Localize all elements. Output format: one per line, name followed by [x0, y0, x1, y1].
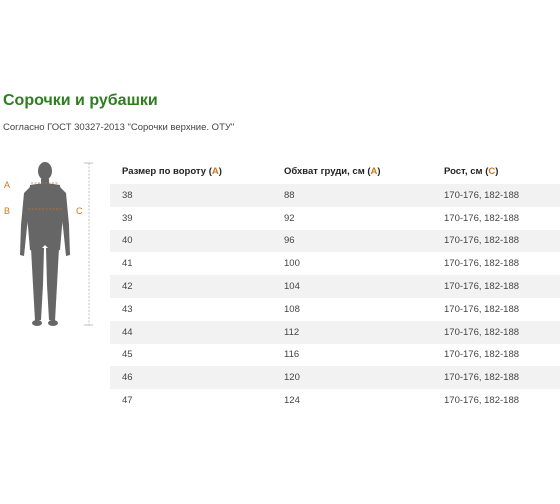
table-row: 38 88 170-176, 182-188: [110, 184, 560, 207]
table-row: 39 92 170-176, 182-188: [110, 207, 560, 230]
chest-girth-cell: 108: [284, 303, 300, 315]
chest-girth-cell: 120: [272, 366, 432, 390]
chest-girth-cell: 92: [284, 212, 295, 224]
chest-girth-cell: 88: [272, 184, 432, 207]
marker-a-label: A: [4, 180, 10, 190]
height-cell: 170-176, 182-188: [444, 303, 520, 315]
height-cell: 170-176, 182-188: [444, 395, 520, 407]
chest-girth-cell: 112: [272, 320, 432, 344]
marker-c-label: C: [76, 206, 83, 216]
human-silhouette-icon: A B C: [4, 162, 93, 326]
table-row: 43 108 170-176, 182-188: [110, 298, 560, 321]
collar-size-cell: 41: [122, 258, 133, 270]
page-subtitle: Согласно ГОСТ 30327-2013 "Сорочки верхни…: [3, 122, 235, 133]
collar-size-cell: 40: [110, 229, 272, 253]
collar-size-cell: 42: [110, 275, 272, 298]
table-row: 45 116 170-176, 182-188: [110, 344, 560, 367]
chest-girth-cell: 116: [284, 349, 300, 361]
height-cell: 170-176, 182-188: [432, 366, 560, 390]
height-cell: 170-176, 182-188: [432, 184, 560, 207]
chest-girth-cell: 104: [272, 275, 432, 298]
table-header-row: Размер по вороту (A) Обхват груди, см (A…: [110, 158, 560, 184]
page-title: Сорочки и рубашки: [3, 92, 158, 109]
body-measurement-figure: A B C: [0, 155, 100, 335]
header-collar-size: Размер по вороту (A): [122, 165, 222, 177]
height-cell: 170-176, 182-188: [444, 349, 520, 361]
collar-size-cell: 45: [122, 349, 133, 361]
height-cell: 170-176, 182-188: [432, 229, 560, 253]
size-table: Размер по вороту (A) Обхват груди, см (A…: [110, 158, 560, 412]
table-row: 40 96 170-176, 182-188: [110, 229, 560, 253]
collar-size-cell: 43: [122, 303, 133, 315]
height-cell: 170-176, 182-188: [444, 258, 520, 270]
header-height: Рост, см (C): [444, 165, 499, 177]
table-row: 42 104 170-176, 182-188: [110, 275, 560, 298]
collar-size-cell: 47: [122, 395, 133, 407]
table-row: 41 100 170-176, 182-188: [110, 252, 560, 275]
height-cell: 170-176, 182-188: [432, 275, 560, 298]
header-chest-girth: Обхват груди, см (A): [284, 165, 381, 177]
collar-size-cell: 39: [122, 212, 133, 224]
chest-girth-cell: 96: [272, 229, 432, 253]
collar-size-cell: 44: [110, 320, 272, 344]
collar-size-cell: 38: [110, 184, 272, 207]
collar-size-cell: 46: [110, 366, 272, 390]
chest-girth-cell: 124: [284, 395, 300, 407]
marker-b-label: B: [4, 206, 10, 216]
table-row: 47 124 170-176, 182-188: [110, 389, 560, 412]
chest-girth-cell: 100: [284, 258, 300, 270]
table-row: 44 112 170-176, 182-188: [110, 320, 560, 344]
height-cell: 170-176, 182-188: [444, 212, 520, 224]
table-row: 46 120 170-176, 182-188: [110, 366, 560, 390]
height-cell: 170-176, 182-188: [432, 320, 560, 344]
